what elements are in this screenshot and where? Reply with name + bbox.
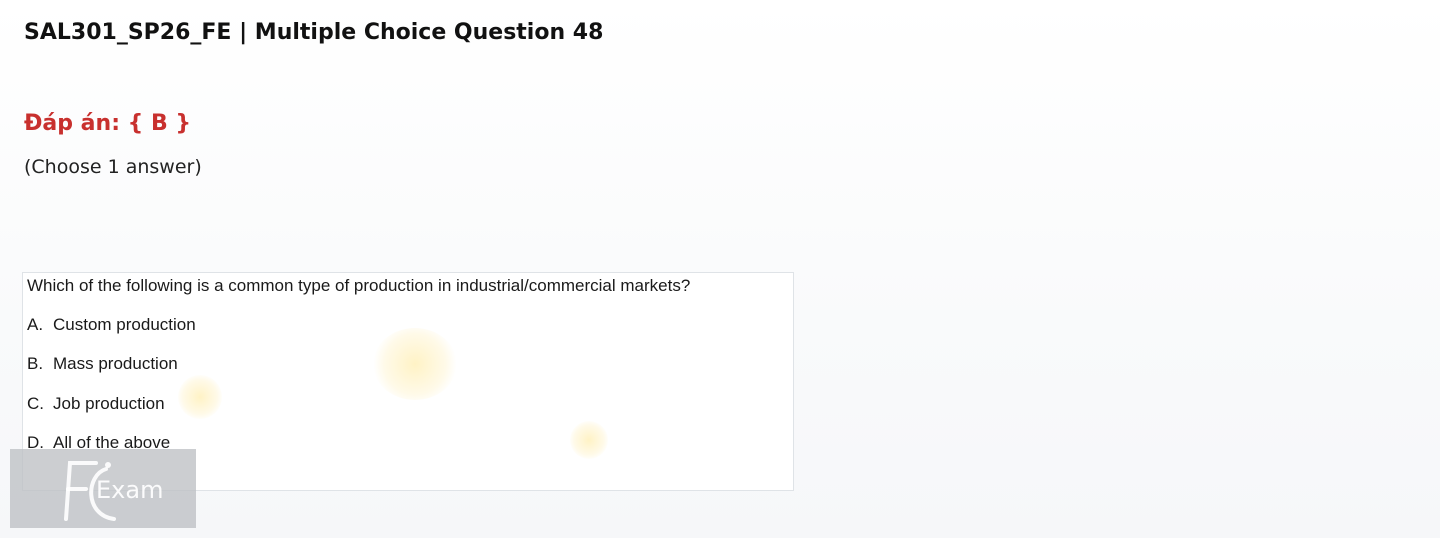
option-letter: C. [27, 394, 44, 413]
option-text: Job production [53, 394, 165, 413]
watermark-text: Exam [96, 476, 164, 504]
watermark-logo: Exam [10, 449, 196, 528]
smudge-mark [178, 375, 222, 419]
page-title: SAL301_SP26_FE | Multiple Choice Questio… [24, 20, 604, 45]
option-letter: A. [27, 315, 44, 334]
smudge-mark [570, 421, 608, 459]
option-text: Custom production [53, 315, 196, 334]
option-a: A. Custom production [27, 315, 196, 335]
question-text: Which of the following is a common type … [27, 276, 691, 295]
option-b: B. Mass production [27, 354, 178, 374]
option-c: C. Job production [27, 394, 165, 414]
choose-hint: (Choose 1 answer) [24, 156, 202, 178]
answer-key: Đáp án: { B } [24, 111, 192, 136]
smudge-mark [373, 328, 457, 400]
option-letter: B. [27, 354, 44, 373]
option-text: Mass production [53, 354, 178, 373]
